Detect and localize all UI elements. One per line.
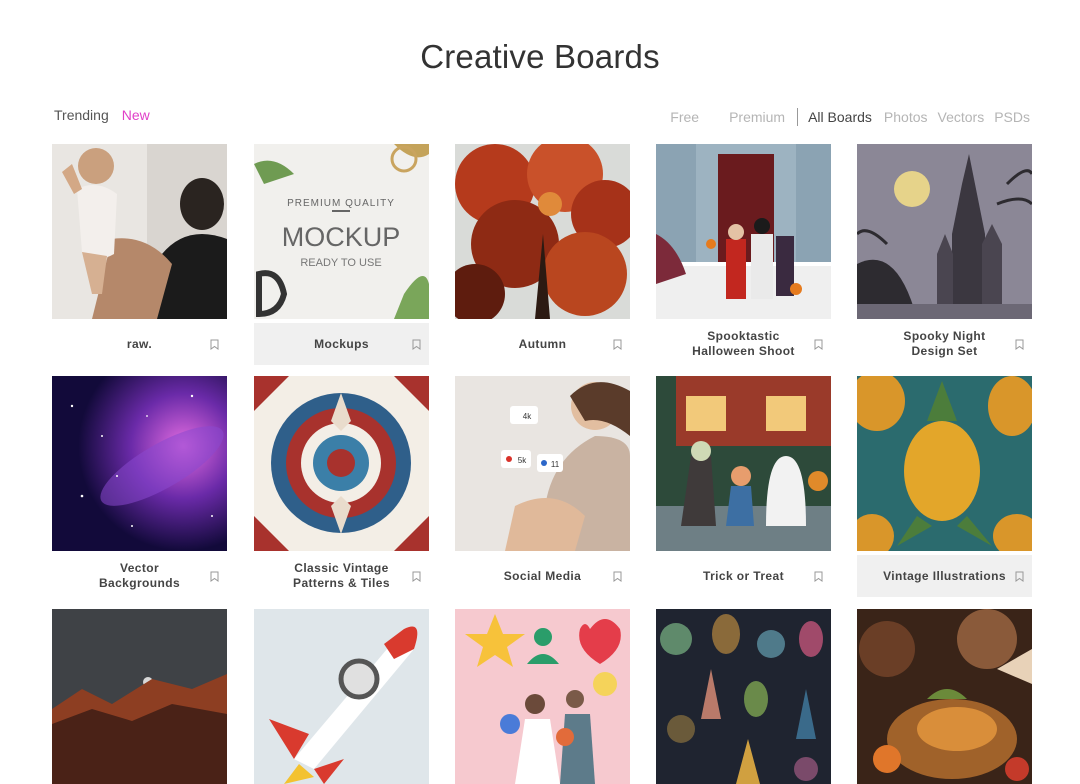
halloween-shoot-image	[656, 144, 831, 319]
board-card[interactable]	[52, 609, 227, 784]
board-card[interactable]: Spooktastic Halloween Shoot	[656, 144, 831, 365]
board-title[interactable]: Social Media	[483, 569, 603, 584]
board-card[interactable]	[254, 609, 429, 784]
board-thumbnail[interactable]	[254, 376, 429, 551]
rocket-image	[254, 609, 429, 784]
sort-trending[interactable]: Trending	[54, 107, 109, 123]
mockup-top-text: PREMIUM QUALITY	[287, 198, 395, 209]
trees-pattern-image	[656, 609, 831, 784]
bookmark-icon[interactable]	[412, 339, 421, 350]
likes-4k-text: 4k	[523, 412, 532, 421]
board-thumbnail[interactable]	[254, 609, 429, 784]
autumn-tree-image	[455, 144, 630, 319]
board-title[interactable]: Trick or Treat	[684, 569, 804, 584]
board-caption: Social Media	[455, 555, 630, 597]
board-caption: raw.	[52, 323, 227, 365]
board-thumbnail[interactable]	[857, 144, 1032, 319]
board-caption: Classic Vintage Patterns & Tiles	[254, 555, 429, 597]
filter-tabs: Free Premium All Boards Photos Vectors P…	[670, 108, 1030, 126]
trick-or-treat-image	[656, 376, 831, 551]
filter-vectors[interactable]: Vectors	[938, 109, 985, 125]
board-thumbnail[interactable]	[857, 376, 1032, 551]
board-card[interactable]: Trick or Treat	[656, 376, 831, 597]
filter-photos[interactable]: Photos	[884, 109, 928, 125]
board-title[interactable]: Spooky Night Design Set	[885, 329, 1005, 359]
board-caption: Trick or Treat	[656, 555, 831, 597]
board-card[interactable]: Vintage Illustrations	[857, 376, 1032, 597]
bookmark-icon[interactable]	[210, 571, 219, 582]
mockup-image: PREMIUM QUALITY MOCKUP READY TO USE	[254, 144, 429, 319]
board-thumbnail[interactable]: PREMIUM QUALITY MOCKUP READY TO USE	[254, 144, 429, 319]
board-card[interactable]	[857, 609, 1032, 784]
bookmark-icon[interactable]	[613, 339, 622, 350]
filter-psds[interactable]: PSDs	[994, 109, 1030, 125]
feast-photo-image	[857, 609, 1032, 784]
board-thumbnail[interactable]	[455, 144, 630, 319]
bookmark-icon[interactable]	[1015, 339, 1024, 350]
board-thumbnail[interactable]	[656, 144, 831, 319]
board-title[interactable]: Autumn	[483, 337, 603, 352]
board-caption: Spooktastic Halloween Shoot	[656, 323, 831, 365]
page-title: Creative Boards	[420, 38, 660, 75]
board-thumbnail[interactable]	[656, 609, 831, 784]
board-card[interactable]: Classic Vintage Patterns & Tiles	[254, 376, 429, 597]
mountain-moon-image	[52, 609, 227, 784]
board-caption: Spooky Night Design Set	[857, 323, 1032, 365]
likes-11-text: 11	[551, 460, 560, 469]
board-title[interactable]: Mockups	[282, 337, 402, 352]
board-card[interactable]	[656, 609, 831, 784]
mockup-main-text: MOCKUP	[282, 222, 401, 252]
board-thumbnail[interactable]	[52, 376, 227, 551]
board-card[interactable]: Vector Backgrounds	[52, 376, 227, 597]
board-thumbnail[interactable]	[656, 376, 831, 551]
bookmark-icon[interactable]	[814, 571, 823, 582]
board-title[interactable]: Vector Backgrounds	[80, 561, 200, 591]
board-card[interactable]: Spooky Night Design Set	[857, 144, 1032, 365]
filter-premium[interactable]: Premium	[729, 109, 785, 125]
board-title[interactable]: raw.	[80, 337, 200, 352]
vintage-tile-image	[254, 376, 429, 551]
board-title[interactable]: Classic Vintage Patterns & Tiles	[282, 561, 402, 591]
social-media-image: 4k 5k 11	[455, 376, 630, 551]
social-icons-image	[455, 609, 630, 784]
bookmark-icon[interactable]	[1015, 571, 1024, 582]
sort-tabs: Trending New	[54, 107, 150, 123]
filter-all-boards[interactable]: All Boards	[808, 109, 872, 125]
board-caption: Mockups	[254, 323, 429, 365]
board-card[interactable]	[455, 609, 630, 784]
board-card[interactable]: PREMIUM QUALITY MOCKUP READY TO USE Mock…	[254, 144, 429, 365]
sort-new[interactable]: New	[122, 107, 150, 123]
board-card[interactable]: 4k 5k 11 Social Media	[455, 376, 630, 597]
bookmark-icon[interactable]	[814, 339, 823, 350]
mockup-sub-text: READY TO USE	[300, 257, 381, 269]
board-thumbnail[interactable]	[455, 609, 630, 784]
board-thumbnail[interactable]	[52, 144, 227, 319]
bookmark-icon[interactable]	[412, 571, 421, 582]
likes-5k-text: 5k	[518, 456, 527, 465]
page: Creative Boards Trending New Free Premiu…	[0, 0, 1080, 784]
bookmark-icon[interactable]	[613, 571, 622, 582]
board-thumbnail[interactable]	[52, 609, 227, 784]
filter-divider	[797, 108, 799, 126]
pineapple-pattern-image	[857, 376, 1032, 551]
board-card[interactable]: raw.	[52, 144, 227, 365]
board-thumbnail[interactable]: 4k 5k 11	[455, 376, 630, 551]
board-caption: Vector Backgrounds	[52, 555, 227, 597]
bookmark-icon[interactable]	[210, 339, 219, 350]
galaxy-background-image	[52, 376, 227, 551]
board-thumbnail[interactable]	[857, 609, 1032, 784]
board-caption: Autumn	[455, 323, 630, 365]
baby-photo-image	[52, 144, 227, 319]
board-card[interactable]: Autumn	[455, 144, 630, 365]
board-title[interactable]: Vintage Illustrations	[870, 569, 1020, 584]
filter-free[interactable]: Free	[670, 109, 699, 125]
board-title[interactable]: Spooktastic Halloween Shoot	[684, 329, 804, 359]
spooky-castle-image	[857, 144, 1032, 319]
board-caption: Vintage Illustrations	[857, 555, 1032, 597]
